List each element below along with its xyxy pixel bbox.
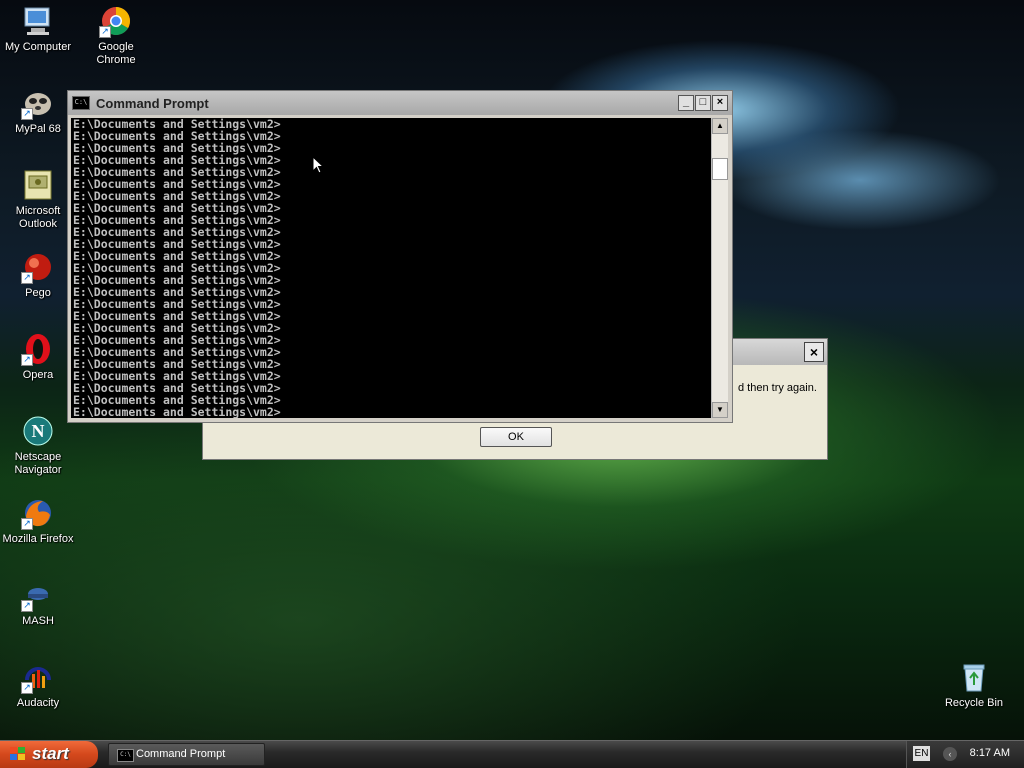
desktop-icon-outlook[interactable]: Microsoft Outlook xyxy=(0,168,76,231)
console-line: E:\Documents and Settings\vm2> xyxy=(73,405,281,418)
console-scrollbar[interactable]: ▲ ▼ xyxy=(711,118,728,418)
clock[interactable]: 8:17 AM xyxy=(970,747,1010,759)
mypal-icon: ↗ xyxy=(21,86,55,120)
audacity-icon: ↗ xyxy=(21,660,55,694)
desktop-icon-label: MyPal 68 xyxy=(15,123,61,135)
desktop-icon-label: Netscape Navigator xyxy=(14,451,62,476)
desktop-icon-label: Recycle Bin xyxy=(944,697,1004,709)
pego-icon: ↗ xyxy=(21,250,55,284)
window-title: Command Prompt xyxy=(96,95,209,111)
desktop-icon-label: My Computer xyxy=(4,41,72,53)
shortcut-arrow-icon: ↗ xyxy=(21,682,33,694)
desktop-icon-label: Mozilla Firefox xyxy=(2,533,74,545)
firefox-icon: ↗ xyxy=(21,496,55,530)
shortcut-arrow-icon: ↗ xyxy=(21,108,33,120)
command-prompt-window[interactable]: C:\ Command Prompt _ □ × E:\Documents an… xyxy=(67,90,733,423)
taskbar: start C:\ Command Prompt EN ‹ 8:17 AM xyxy=(0,740,1024,768)
desktop-icon-recycle-bin[interactable]: Recycle Bin xyxy=(936,660,1012,710)
desktop-icon-label: Google Chrome xyxy=(96,41,136,66)
desktop-icon-label: Opera xyxy=(22,369,54,381)
shortcut-arrow-icon: ↗ xyxy=(21,518,33,530)
dialog-close-button[interactable]: × xyxy=(804,342,824,362)
command-prompt-titlebar[interactable]: C:\ Command Prompt _ □ × xyxy=(68,91,732,115)
desktop-icon-label: Microsoft Outlook xyxy=(15,205,61,230)
desktop-icon-opera[interactable]: ↗ Opera xyxy=(0,332,76,382)
desktop-icon-label: MASH xyxy=(22,615,54,627)
scroll-down-button[interactable]: ▼ xyxy=(712,402,728,418)
desktop-icon-my-computer[interactable]: My Computer xyxy=(0,4,76,54)
desktop-icon-mash[interactable]: ↗ MASH xyxy=(0,578,76,628)
shortcut-arrow-icon: ↗ xyxy=(21,600,33,612)
desktop-icon-mypal[interactable]: ↗ MyPal 68 xyxy=(0,86,76,136)
svg-text:N: N xyxy=(32,421,45,441)
scroll-thumb[interactable] xyxy=(712,158,728,180)
mouse-cursor-icon xyxy=(312,156,324,174)
close-button[interactable]: × xyxy=(712,95,728,111)
opera-icon: ↗ xyxy=(21,332,55,366)
shortcut-arrow-icon: ↗ xyxy=(21,272,33,284)
chrome-icon: ↗ xyxy=(99,4,133,38)
recycle-bin-icon xyxy=(957,660,991,694)
start-button[interactable]: start xyxy=(0,741,98,768)
shortcut-arrow-icon: ↗ xyxy=(99,26,111,38)
desktop-icon-netscape[interactable]: N Netscape Navigator xyxy=(0,414,76,477)
tray-expand-icon[interactable]: ‹ xyxy=(943,747,957,761)
scroll-up-button[interactable]: ▲ xyxy=(712,118,728,134)
cmd-icon: C:\ xyxy=(72,96,90,110)
netscape-icon: N xyxy=(21,414,55,448)
cmd-icon: C:\ xyxy=(117,749,134,762)
dialog-message: d then try again. xyxy=(738,382,817,394)
shortcut-arrow-icon: ↗ xyxy=(21,354,33,366)
system-tray: EN ‹ 8:17 AM xyxy=(906,741,1024,768)
ok-button[interactable]: OK xyxy=(480,427,552,447)
mash-icon: ↗ xyxy=(21,578,55,612)
desktop-icon-audacity[interactable]: ↗ Audacity xyxy=(0,660,76,710)
maximize-button[interactable]: □ xyxy=(695,95,711,111)
computer-icon xyxy=(21,4,55,38)
outlook-icon xyxy=(21,168,55,202)
desktop-icon-pego[interactable]: ↗ Pego xyxy=(0,250,76,300)
taskbar-item-command-prompt[interactable]: C:\ Command Prompt xyxy=(108,743,265,766)
taskbar-item-label: Command Prompt xyxy=(136,748,226,760)
desktop: My Computer ↗ Google Chrome ↗ MyPal 68 M… xyxy=(0,0,1024,740)
start-label: start xyxy=(32,744,69,763)
desktop-icon-google-chrome[interactable]: ↗ Google Chrome xyxy=(78,4,154,67)
windows-logo-icon xyxy=(10,747,26,761)
minimize-button[interactable]: _ xyxy=(678,95,694,111)
desktop-icon-label: Pego xyxy=(25,287,51,299)
desktop-icon-label: Audacity xyxy=(16,697,60,709)
console-output[interactable]: E:\Documents and Settings\vm2> E:\Documen… xyxy=(71,118,711,418)
desktop-icon-firefox[interactable]: ↗ Mozilla Firefox xyxy=(0,496,76,546)
language-indicator[interactable]: EN xyxy=(913,746,930,761)
